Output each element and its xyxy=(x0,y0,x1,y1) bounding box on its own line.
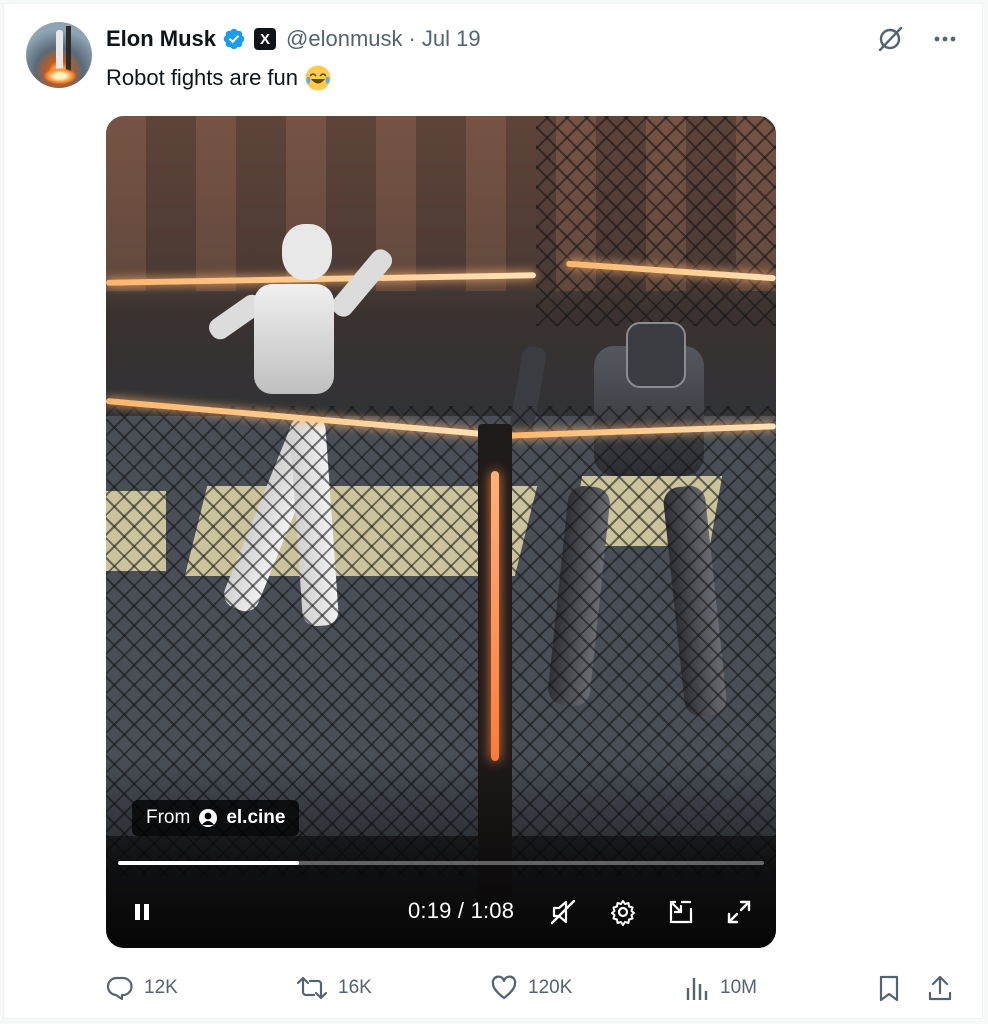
bookmark-icon xyxy=(879,975,899,1002)
laughing-emoji-icon xyxy=(305,65,331,91)
video-controls: 0:19 / 1:08 xyxy=(106,892,776,932)
like-button[interactable]: 120K xyxy=(490,970,572,1006)
video-time: 0:19 / 1:08 xyxy=(408,898,514,924)
bar-chart-icon xyxy=(686,978,708,1000)
from-label: From xyxy=(146,807,191,828)
share-button[interactable] xyxy=(926,970,954,1006)
like-count: 120K xyxy=(528,977,573,998)
video-post-light xyxy=(491,471,499,761)
reply-button[interactable]: 12K xyxy=(106,970,178,1006)
tweet-header: Elon Musk X @elonmusk · Jul 19 xyxy=(106,25,481,53)
muted-speaker-icon xyxy=(550,899,576,925)
time-separator: / xyxy=(451,898,471,923)
reply-icon xyxy=(106,976,133,1001)
pause-button[interactable] xyxy=(126,892,158,932)
heart-icon xyxy=(491,975,517,1000)
source-avatar-icon xyxy=(199,809,218,827)
source-handle: el.cine xyxy=(226,807,286,828)
x-affiliate-badge-icon[interactable]: X xyxy=(254,28,277,50)
video-back-fence xyxy=(536,116,776,326)
expand-icon xyxy=(727,900,751,924)
pause-icon xyxy=(135,904,149,920)
tweet-top-actions xyxy=(876,25,958,53)
post-date[interactable]: Jul 19 xyxy=(422,26,481,52)
picture-in-picture-button[interactable] xyxy=(664,892,698,932)
mute-button[interactable] xyxy=(546,892,580,932)
settings-button[interactable] xyxy=(606,892,640,932)
video-source-tag[interactable]: From el.cine xyxy=(132,800,300,836)
more-options-icon[interactable] xyxy=(932,26,958,52)
rocket xyxy=(56,30,63,70)
share-icon xyxy=(928,975,952,1001)
launch-tower xyxy=(66,26,71,72)
time-total: 1:08 xyxy=(470,898,515,923)
header-separator: · xyxy=(408,26,416,51)
tweet-text: Robot fights are fun xyxy=(106,64,332,92)
tweet-body: Robot fights are fun xyxy=(106,65,299,90)
video-progress-fill xyxy=(118,861,299,865)
author-avatar[interactable] xyxy=(26,22,92,88)
fullscreen-button[interactable] xyxy=(722,892,756,932)
reply-count: 12K xyxy=(144,977,178,998)
rocket-flame xyxy=(44,68,76,84)
gear-icon xyxy=(611,900,635,926)
dock-video-icon xyxy=(669,900,693,924)
video-progress-bar[interactable] xyxy=(118,861,764,865)
verified-badge-icon[interactable] xyxy=(222,27,246,51)
bookmark-button[interactable] xyxy=(876,970,902,1006)
views-button[interactable]: 10M xyxy=(684,970,757,1006)
author-name[interactable]: Elon Musk xyxy=(106,26,216,52)
video-player[interactable]: From el.cine 0:19 / 1:08 xyxy=(106,116,776,948)
repost-count: 16K xyxy=(338,977,372,998)
view-count: 10M xyxy=(720,977,757,998)
time-current: 0:19 xyxy=(408,898,452,923)
grok-icon[interactable] xyxy=(876,25,904,53)
tweet-actions: 12K 16K 120K 10M xyxy=(106,970,960,1006)
author-handle[interactable]: @elonmusk xyxy=(286,26,403,52)
repost-icon xyxy=(296,976,328,1000)
repost-button[interactable]: 16K xyxy=(296,970,372,1006)
